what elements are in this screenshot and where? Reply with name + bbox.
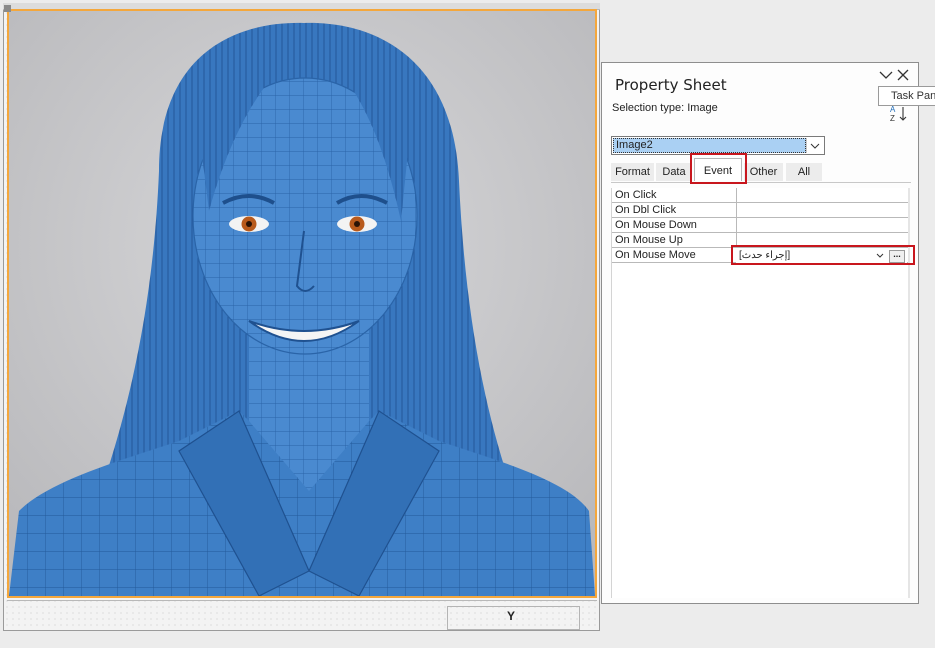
object-selector-value: Image2: [613, 138, 806, 153]
property-row[interactable]: On Mouse Down: [612, 218, 908, 233]
close-icon[interactable]: [897, 69, 909, 84]
resize-handle-top-left[interactable]: [4, 5, 11, 12]
tab-data[interactable]: Data: [656, 163, 692, 181]
selection-type-label: Selection type: Image: [612, 102, 718, 114]
property-value[interactable]: [736, 218, 908, 232]
property-name: On Mouse Down: [615, 219, 697, 231]
sort-az-icon[interactable]: A Z: [889, 104, 909, 124]
property-name: On Mouse Up: [615, 234, 683, 246]
property-name: On Mouse Move: [615, 249, 696, 261]
image-control[interactable]: [7, 9, 597, 598]
svg-text:A: A: [890, 105, 896, 114]
on-mouse-move-highlight: [731, 245, 915, 265]
tab-format[interactable]: Format: [611, 163, 654, 181]
property-value[interactable]: [736, 188, 908, 202]
event-tab-highlight: [690, 153, 747, 184]
property-row[interactable]: On Click: [612, 188, 908, 203]
footer-label: Y: [507, 609, 516, 623]
dropdown-arrow-icon[interactable]: [806, 138, 823, 153]
tab-all[interactable]: All: [786, 163, 822, 181]
property-name: On Dbl Click: [615, 204, 677, 216]
property-row[interactable]: On Dbl Click: [612, 203, 908, 218]
chevron-down-icon[interactable]: [879, 69, 893, 84]
property-name: On Click: [615, 189, 657, 201]
property-value[interactable]: [736, 203, 908, 217]
portrait-image: [9, 11, 595, 596]
tab-other[interactable]: Other: [744, 163, 783, 181]
svg-text:Z: Z: [890, 114, 895, 123]
panel-title: Property Sheet: [615, 76, 727, 94]
task-pane-tooltip: Task Pan: [878, 86, 935, 106]
